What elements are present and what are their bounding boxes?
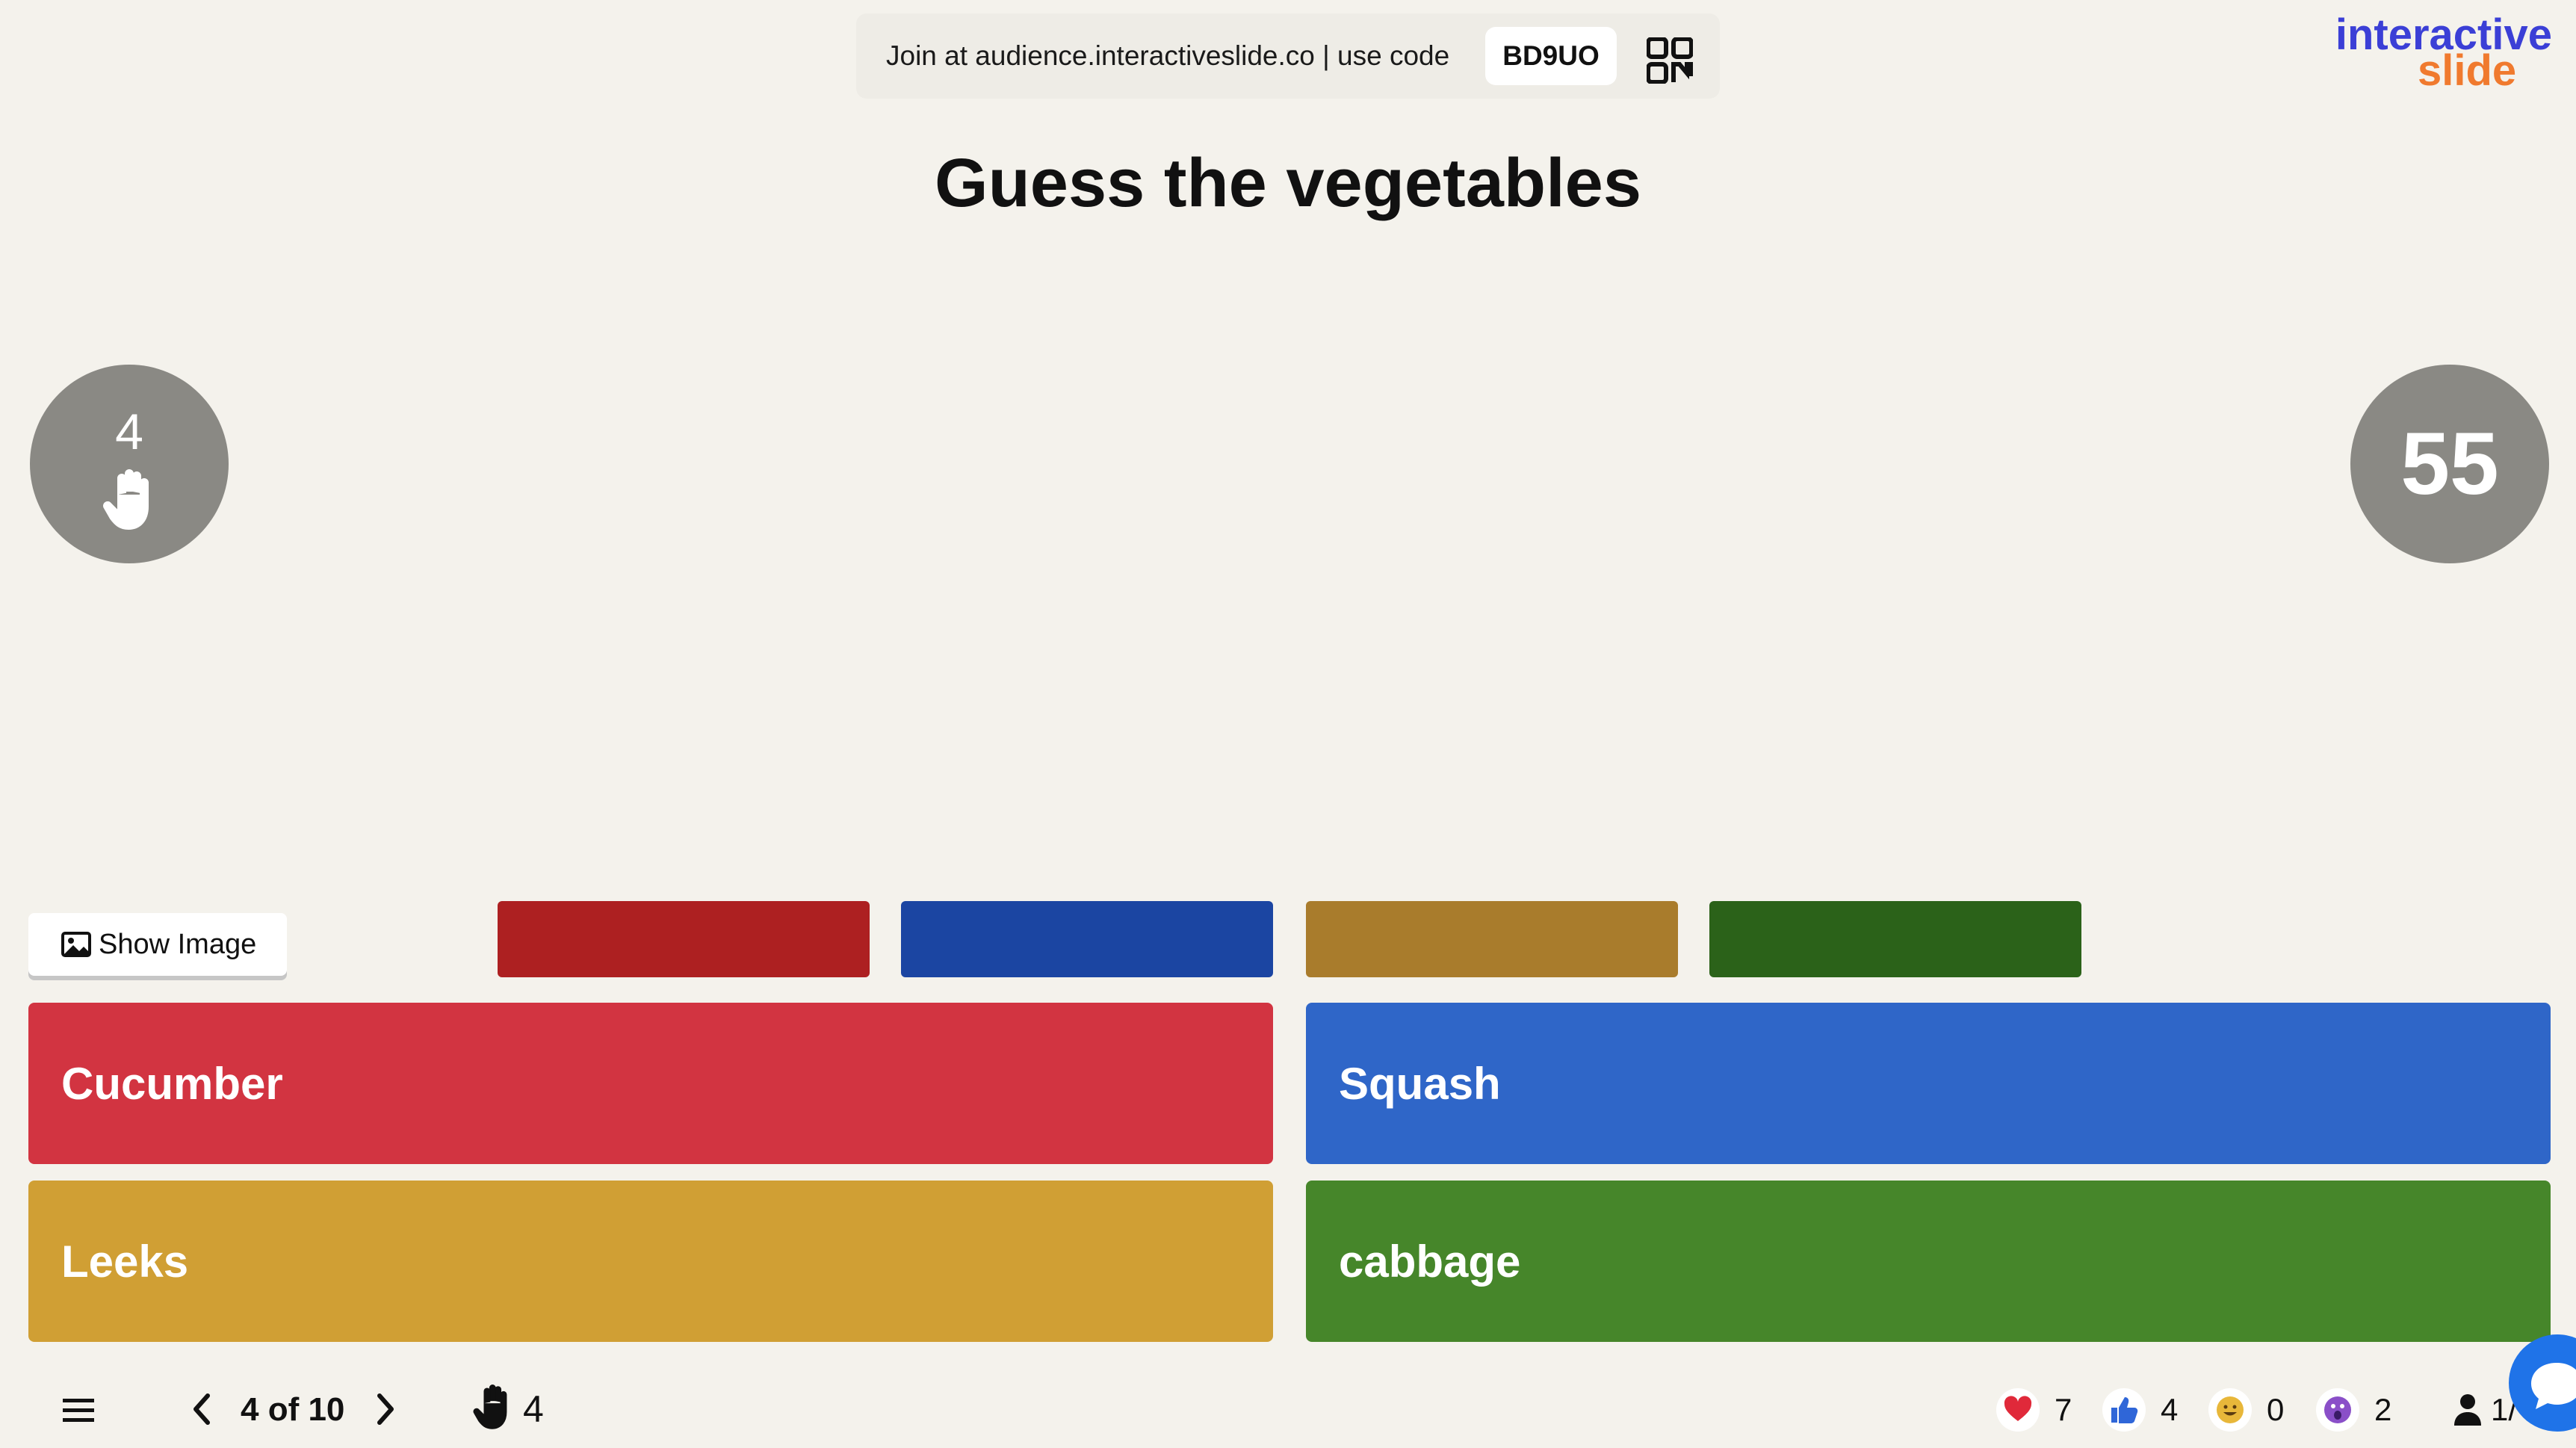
reaction-thumbs-up[interactable]: 4 [2102,1384,2178,1436]
raised-hands-counter: 4 [30,365,229,563]
smile-icon [2208,1388,2252,1432]
wow-count: 2 [2374,1392,2392,1427]
heart-count: 7 [2055,1392,2072,1427]
timer-value: 55 [2400,415,2499,513]
result-bar-3 [1306,901,1678,977]
show-image-label: Show Image [99,928,257,960]
hand-icon [103,469,149,530]
answer-label-2: Squash [1339,1058,1501,1109]
show-image-button[interactable]: Show Image [28,913,287,976]
smile-count: 0 [2267,1392,2285,1427]
result-bar-4 [1709,901,2081,977]
chat-icon [2531,1363,2576,1409]
thumbs-up-count: 4 [2161,1392,2179,1427]
chevron-right-icon[interactable] [371,1391,400,1427]
result-bar-2 [901,901,1273,977]
answer-option-4[interactable]: cabbage [1306,1181,2551,1342]
answer-option-1[interactable]: Cucumber [28,1003,1273,1164]
answer-label-3: Leeks [61,1236,189,1287]
reaction-wow[interactable]: 2 [2316,1384,2391,1436]
heart-icon [1996,1388,2040,1432]
logo-slide: slide [2418,46,2517,95]
chat-support-button[interactable] [2509,1334,2576,1432]
answer-label-4: cabbage [1339,1236,1521,1287]
slide-counter: 4 of 10 [241,1391,345,1428]
image-icon [61,932,91,957]
thumbs-up-icon [2102,1388,2146,1432]
slide-title: Guess the vegetables [935,145,1641,221]
chevron-left-icon[interactable] [187,1391,217,1427]
answer-label-1: Cucumber [61,1058,283,1109]
menu-icon[interactable] [63,1397,94,1423]
person-icon [2454,1394,2481,1426]
join-instructions: Join at audience.interactiveslide.co | u… [886,40,1450,71]
reaction-heart[interactable]: 7 [1996,1384,2072,1436]
answer-option-3[interactable]: Leeks [28,1181,1273,1342]
raised-hand-count: 4 [523,1388,544,1430]
reaction-smile[interactable]: 0 [2208,1384,2284,1436]
countdown-timer: 55 [2350,365,2549,563]
answer-option-2[interactable]: Squash [1306,1003,2551,1164]
result-bar-1 [498,901,870,977]
qr-code-icon[interactable] [1647,37,1693,84]
join-code[interactable]: BD9UO [1485,27,1617,85]
wow-icon [2316,1388,2359,1432]
participants-count: 1/ [2452,1384,2517,1436]
raised-hands-count: 4 [115,403,143,460]
raised-hand-icon[interactable] [472,1384,514,1432]
